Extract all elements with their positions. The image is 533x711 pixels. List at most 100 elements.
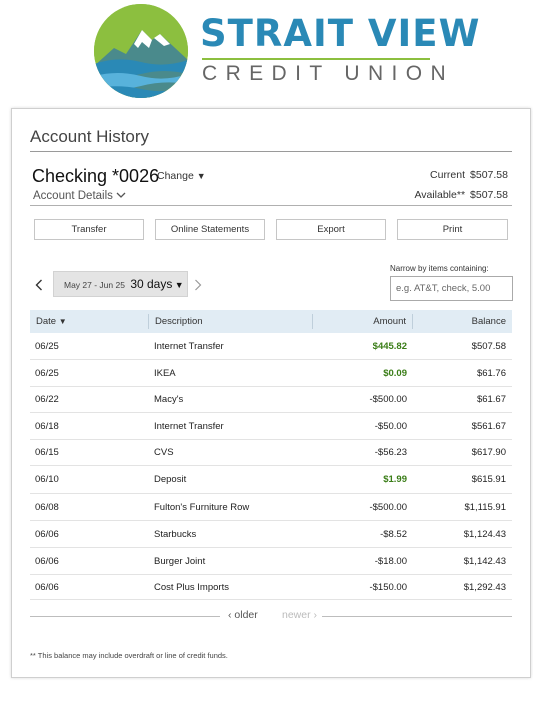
mountain-lake-logo-icon bbox=[94, 4, 188, 98]
current-balance-value: $507.58 bbox=[470, 169, 508, 181]
transaction-amount: -$8.52 bbox=[380, 528, 407, 540]
transaction-balance: $617.90 bbox=[471, 447, 506, 458]
chevron-left-icon bbox=[35, 279, 42, 291]
transaction-date: 06/06 bbox=[35, 555, 59, 567]
transaction-balance: $61.76 bbox=[476, 367, 506, 379]
transaction-amount: -$50.00 bbox=[374, 420, 407, 432]
transaction-balance: $615.91 bbox=[471, 474, 506, 485]
table-row[interactable]: 06/25 IKEA $0.09 $61.76 bbox=[30, 360, 512, 387]
export-button[interactable]: Export bbox=[276, 219, 386, 240]
table-body: 06/25 Internet Transfer $445.82 $507.58 06/2… bbox=[30, 333, 512, 600]
transaction-amount: $0.09 bbox=[383, 367, 407, 379]
transaction-amount: -$500.00 bbox=[369, 394, 407, 405]
date-range-selector[interactable]: May 27 - Jun 25 30 days ▼ bbox=[53, 271, 188, 297]
title-divider bbox=[30, 151, 512, 152]
table-row[interactable]: 06/10 Deposit $1.99 $615.91 bbox=[30, 466, 512, 494]
transaction-balance: $1,124.43 bbox=[463, 528, 506, 540]
sort-down-icon: ▼ bbox=[58, 317, 67, 326]
transaction-description: Fulton's Furniture Row bbox=[154, 501, 250, 513]
transaction-date: 06/25 bbox=[35, 340, 59, 352]
transaction-balance: $1,115.91 bbox=[464, 501, 506, 513]
description-column-header[interactable]: Description bbox=[155, 310, 203, 333]
table-row[interactable]: 06/15 CVS -$56.23 $617.90 bbox=[30, 440, 512, 466]
transaction-amount: -$150.00 bbox=[369, 581, 407, 593]
transaction-date: 06/08 bbox=[35, 501, 59, 513]
table-row[interactable]: 06/06 Burger Joint -$18.00 $1,142.43 bbox=[30, 548, 512, 575]
table-row[interactable]: 06/18 Internet Transfer -$50.00 $561.67 bbox=[30, 413, 512, 440]
transaction-date: 06/25 bbox=[35, 367, 59, 379]
transaction-balance: $61.67 bbox=[476, 394, 506, 405]
transaction-date: 06/18 bbox=[35, 420, 59, 432]
transactions-table: Date ▼ Description Amount Balance 06/25 I… bbox=[30, 310, 512, 600]
filter-input[interactable] bbox=[390, 276, 513, 301]
transaction-description: Internet Transfer bbox=[154, 340, 224, 352]
transaction-date: 06/06 bbox=[35, 528, 59, 540]
account-divider bbox=[30, 205, 512, 206]
date-header-label: Date bbox=[36, 316, 57, 327]
transaction-date: 06/10 bbox=[35, 474, 59, 485]
available-balance: Available** $507.58 bbox=[414, 189, 508, 201]
transaction-amount: -$18.00 bbox=[374, 555, 407, 567]
transaction-amount: $1.99 bbox=[383, 474, 407, 485]
chevron-right-icon bbox=[195, 279, 202, 291]
previous-range-button[interactable] bbox=[35, 278, 43, 294]
amount-column-header[interactable]: Amount bbox=[373, 310, 406, 333]
account-name: Checking *0026 bbox=[32, 166, 160, 186]
transaction-balance: $561.67 bbox=[471, 420, 506, 432]
older-label: older bbox=[234, 609, 258, 621]
print-button[interactable]: Print bbox=[397, 219, 508, 240]
transaction-description: Internet Transfer bbox=[154, 420, 224, 432]
online-statements-button[interactable]: Online Statements bbox=[155, 219, 265, 240]
available-balance-value: $507.58 bbox=[470, 189, 508, 201]
column-divider bbox=[148, 314, 149, 329]
transaction-description: Starbucks bbox=[154, 528, 197, 540]
transaction-date: 06/15 bbox=[35, 447, 59, 458]
pager-line-left bbox=[30, 616, 220, 617]
transaction-description: Cost Plus Imports bbox=[154, 581, 229, 593]
balance-footnote: ** This balance may include overdraft or… bbox=[30, 651, 228, 660]
transaction-description: Burger Joint bbox=[154, 555, 206, 567]
next-range-button[interactable] bbox=[194, 278, 202, 294]
newer-label: newer bbox=[282, 609, 311, 621]
date-range-days: 30 days bbox=[130, 277, 173, 291]
transaction-date: 06/06 bbox=[35, 581, 59, 593]
date-range-dates: May 27 - Jun 25 bbox=[64, 280, 125, 290]
newer-button[interactable]: newer › bbox=[282, 609, 317, 621]
table-row[interactable]: 06/06 Cost Plus Imports -$150.00 $1,292.43 bbox=[30, 575, 512, 600]
older-button[interactable]: ‹ older bbox=[228, 609, 258, 621]
account-details-toggle[interactable]: Account Details bbox=[33, 190, 126, 202]
available-balance-label: Available** bbox=[414, 189, 466, 201]
current-balance: Current $507.58 bbox=[430, 169, 508, 181]
date-column-header[interactable]: Date ▼ bbox=[36, 310, 67, 333]
transfer-button[interactable]: Transfer bbox=[34, 219, 144, 240]
column-divider bbox=[312, 314, 313, 329]
table-row[interactable]: 06/06 Starbucks -$8.52 $1,124.43 bbox=[30, 521, 512, 548]
caret-down-icon: ▼ bbox=[196, 171, 206, 181]
balance-column-header[interactable]: Balance bbox=[472, 310, 506, 333]
table-row[interactable]: 06/08 Fulton's Furniture Row -$500.00 $1,11… bbox=[30, 494, 512, 521]
brand-name: STRAIT VIEW bbox=[200, 12, 481, 55]
column-divider bbox=[412, 314, 413, 329]
transaction-balance: $507.58 bbox=[471, 340, 506, 352]
transaction-date: 06/22 bbox=[35, 394, 59, 405]
filter-label: Narrow by items containing: bbox=[390, 264, 489, 273]
page-title: Account History bbox=[30, 127, 150, 146]
transaction-amount: -$56.23 bbox=[374, 447, 407, 458]
change-account-button[interactable]: Change ▼ bbox=[157, 170, 206, 182]
chevron-right-icon: › bbox=[313, 609, 318, 621]
pagination: ‹ older newer › bbox=[30, 609, 512, 623]
account-history-panel: Account History Checking *0026 Change ▼ … bbox=[11, 108, 531, 678]
chevron-down-icon bbox=[116, 190, 126, 202]
transaction-description: IKEA bbox=[154, 367, 176, 379]
transaction-description: CVS bbox=[154, 447, 174, 458]
brand-subtitle: CREDIT UNION bbox=[202, 62, 455, 85]
table-row[interactable]: 06/22 Macy's -$500.00 $61.67 bbox=[30, 387, 512, 413]
chevron-left-icon: ‹ bbox=[228, 609, 232, 621]
pager-line-right bbox=[322, 616, 512, 617]
brand-divider bbox=[202, 58, 430, 60]
transaction-balance: $1,292.43 bbox=[463, 581, 506, 593]
transaction-amount: -$500.00 bbox=[369, 501, 407, 513]
account-details-label: Account Details bbox=[33, 190, 113, 202]
table-row[interactable]: 06/25 Internet Transfer $445.82 $507.58 bbox=[30, 333, 512, 360]
transaction-amount: $445.82 bbox=[372, 340, 407, 352]
